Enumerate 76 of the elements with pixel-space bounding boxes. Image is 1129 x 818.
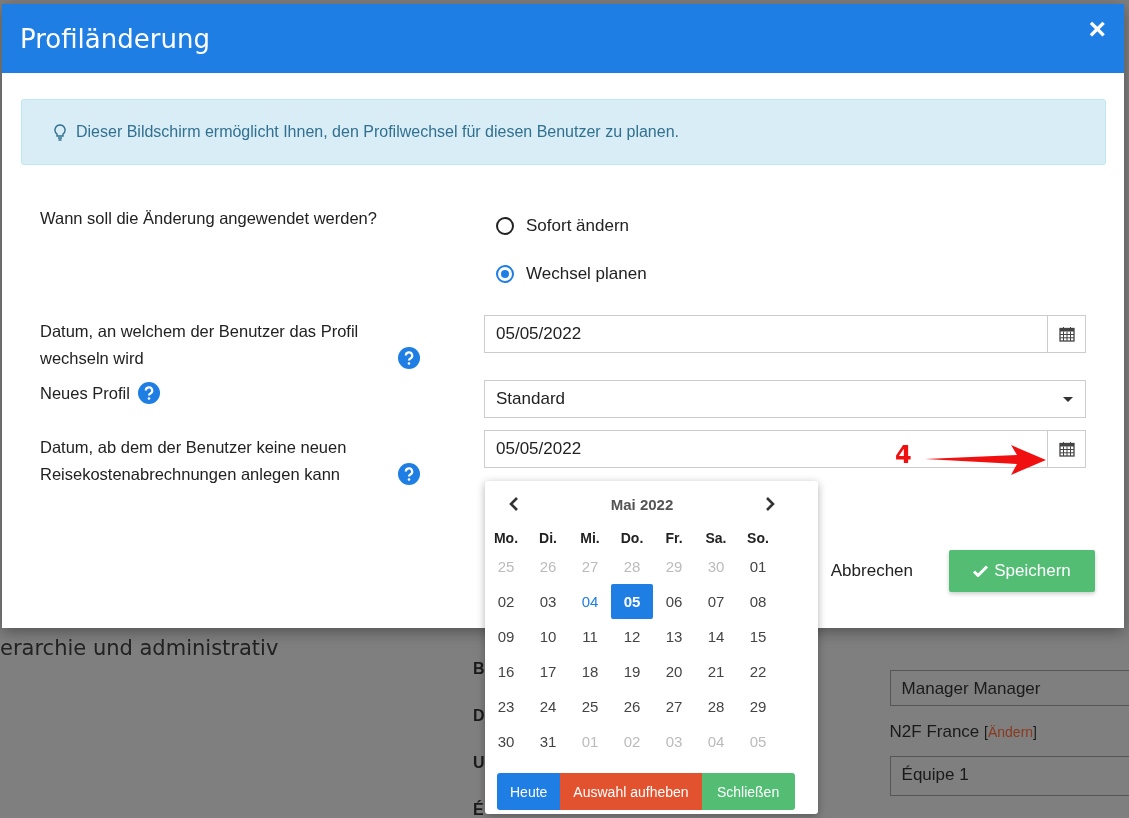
calendar-day[interactable]: 01 (737, 549, 779, 584)
bracket: [ (984, 724, 988, 740)
dialog-title: Profiländerung (20, 23, 210, 54)
calendar-day[interactable]: 08 (737, 584, 779, 619)
field-label: Datum, an welchem der Benutzer das Profil wechseln wird (40, 321, 360, 369)
calendar-icon (1058, 441, 1075, 457)
next-month-button[interactable] (763, 495, 777, 513)
calendar-day[interactable]: 02 (485, 584, 527, 619)
calendar-day[interactable]: 26 (611, 689, 653, 724)
calendar-day[interactable]: 27 (653, 689, 695, 724)
field-label: U (473, 754, 485, 772)
calendar-icon (1058, 326, 1075, 342)
calendar-day[interactable]: 18 (569, 654, 611, 689)
weekday-label: Sa. (704, 529, 728, 548)
calendar-day[interactable]: 06 (653, 584, 695, 619)
calendar-day[interactable]: 29 (737, 689, 779, 724)
bracket: ] (1033, 724, 1037, 740)
profile-select[interactable]: Standard (484, 380, 1086, 418)
calendar-day[interactable]: 12 (611, 619, 653, 654)
calendar-day[interactable]: 14 (695, 619, 737, 654)
calendar-day[interactable]: 22 (737, 654, 779, 689)
help-icon[interactable] (398, 463, 420, 485)
calendar-day[interactable]: 20 (653, 654, 695, 689)
team-field[interactable]: Équipe 1 (889, 756, 1129, 796)
weekday-label: Do. (619, 529, 645, 548)
calendar-day[interactable]: 24 (527, 689, 569, 724)
company-name: N2F France (889, 722, 980, 741)
close-button[interactable]: × (1088, 13, 1106, 44)
calendar-day[interactable]: 28 (695, 689, 737, 724)
calendar-button[interactable]: Auswahl aufheben (560, 773, 702, 810)
cancel-button[interactable]: Abbrechen (830, 561, 913, 581)
calendar-day[interactable]: 05 (611, 584, 653, 619)
field-label: D (473, 707, 485, 725)
calendar-day[interactable]: 03 (527, 584, 569, 619)
help-icon[interactable] (137, 382, 160, 404)
field-label: Wann soll die Änderung angewendet werden? (40, 208, 377, 229)
field-label: Datum, ab dem der Benutzer keine neuen Reisekostenabrechnungen anlegen kann (40, 437, 348, 485)
date-field[interactable]: 05/05/2022 (484, 315, 1048, 353)
calendar-day[interactable]: 13 (653, 619, 695, 654)
annotation-number: 4 (895, 441, 912, 469)
field-label: É (473, 801, 485, 818)
weekday-label: Mo. (492, 529, 520, 548)
lightbulb-icon (54, 123, 66, 141)
calendar-button[interactable] (1048, 430, 1086, 468)
calendar-day[interactable]: 19 (611, 654, 653, 689)
calendar-day[interactable]: 07 (695, 584, 737, 619)
radio-option[interactable]: Sofort ändern (496, 215, 1098, 237)
calendar-day[interactable]: 30 (485, 724, 527, 759)
help-icon[interactable] (398, 347, 420, 369)
month-title: Mai 2022 (610, 495, 674, 513)
calendar-day[interactable]: 09 (485, 619, 527, 654)
manager-field[interactable]: Manager Manager (889, 670, 1129, 706)
calendar-day[interactable]: 21 (695, 654, 737, 689)
calendar-day[interactable]: 31 (527, 724, 569, 759)
checkmark-icon (973, 565, 989, 577)
weekday-label: Mi. (579, 529, 601, 548)
calendar-day[interactable]: 10 (527, 619, 569, 654)
field-label: B (473, 660, 485, 678)
previous-month-button[interactable] (507, 495, 521, 513)
calendar-day[interactable]: 23 (485, 689, 527, 724)
calendar-button[interactable] (1048, 315, 1086, 353)
calendar-button[interactable]: Heute (497, 773, 561, 810)
field-label: Neues Profil (40, 383, 130, 404)
calendar-day[interactable]: 11 (569, 619, 611, 654)
weekday-label: Fr. (664, 529, 684, 548)
calendar-day[interactable]: 25 (569, 689, 611, 724)
calendar-day[interactable]: 17 (527, 654, 569, 689)
caret-icon (1063, 396, 1073, 402)
radio-option[interactable]: Wechsel planen (496, 263, 1098, 285)
calendar-day[interactable]: 04 (569, 584, 611, 619)
info-text: Dieser Bildschirm ermöglicht Ihnen, den Profilwechsel für diesen Benutzer zu planen. (76, 123, 679, 141)
weekday-label: Di. (538, 529, 558, 548)
calendar-day[interactable]: 15 (737, 619, 779, 654)
calendar-day[interactable]: 16 (485, 654, 527, 689)
section-heading: erarchie und administrativ (0, 636, 279, 660)
weekday-label: So. (746, 529, 770, 548)
